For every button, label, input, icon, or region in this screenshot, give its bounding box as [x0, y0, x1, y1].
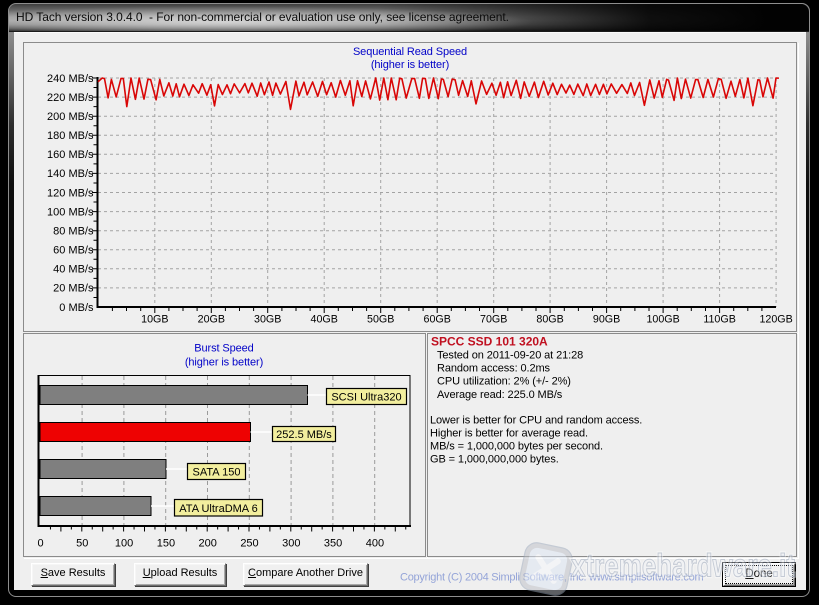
svg-text:xtremehardware.it: xtremehardware.it: [571, 548, 795, 584]
